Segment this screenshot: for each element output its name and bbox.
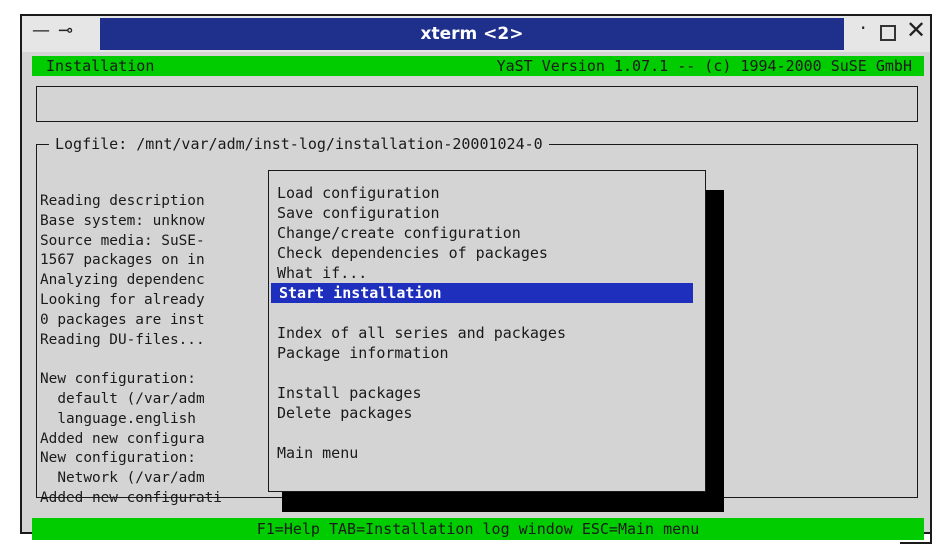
- log-line: Reading description: [40, 193, 205, 209]
- terminal-area[interactable]: Installation YaST Version 1.07.1 -- (c) …: [32, 56, 924, 540]
- menu-item-install-packages[interactable]: Install packages: [269, 383, 705, 403]
- log-line: default (/var/adm: [40, 390, 205, 407]
- log-line: New configuration:: [40, 371, 196, 388]
- log-line: Network (/var/adm: [40, 470, 205, 487]
- menu-item-check-dependencies[interactable]: Check dependencies of packages: [269, 243, 705, 263]
- menu-item-save-configuration[interactable]: Save configuration: [269, 203, 705, 223]
- title-bar-active: xterm <2>: [100, 18, 844, 50]
- pin-icon[interactable]: ⊸: [58, 20, 73, 41]
- menu-shadow-bottom: [282, 492, 724, 512]
- log-line: 0 packages are inst: [40, 311, 205, 328]
- log-line: Added new configurati: [40, 489, 222, 506]
- menu-item-what-if[interactable]: What if...: [269, 263, 705, 283]
- status-version: YaST Version 1.07.1 -- (c) 1994-2000 SuS…: [496, 57, 912, 75]
- log-lines: Reading description Base system: unknow …: [40, 192, 300, 522]
- title-bar[interactable]: — ⊸ xterm <2> · ✕: [22, 16, 930, 52]
- menu-item-index-series-packages[interactable]: Index of all series and packages: [269, 323, 705, 343]
- status-title: Installation: [46, 57, 155, 75]
- menu-item-main-menu[interactable]: Main menu: [269, 443, 705, 463]
- log-line: Source media: SuSE-: [40, 232, 205, 249]
- menu-item-load-configuration[interactable]: Load configuration: [269, 183, 705, 203]
- window-corner-decoration: [900, 534, 932, 544]
- menu-item-delete-packages[interactable]: Delete packages: [269, 403, 705, 423]
- xterm-window: — ⊸ xterm <2> · ✕ Installation YaST Vers…: [20, 14, 932, 540]
- log-line: 1567 packages on in: [40, 252, 205, 269]
- log-line: Reading DU-files...: [40, 331, 205, 348]
- log-line: Base system: unknow: [40, 212, 205, 229]
- log-line: language.english: [40, 410, 196, 427]
- minimize-icon[interactable]: ·: [860, 16, 866, 40]
- top-status-bar: Installation YaST Version 1.07.1 -- (c) …: [32, 56, 924, 76]
- log-line: Added new configura: [40, 430, 205, 447]
- menu-item-start-installation[interactable]: Start installation: [271, 283, 693, 303]
- window-title: xterm <2>: [420, 24, 524, 44]
- menu-shadow-right: [706, 190, 724, 510]
- log-line: Analyzing dependenc: [40, 272, 205, 289]
- window-menu-icon[interactable]: —: [32, 20, 50, 41]
- menu-item-change-configuration[interactable]: Change/create configuration: [269, 223, 705, 243]
- logfile-title: Logfile: /mnt/var/adm/inst-log/installat…: [49, 134, 549, 154]
- menu-item-package-information[interactable]: Package information: [269, 343, 705, 363]
- installation-menu: Load configuration Save configuration Ch…: [268, 170, 706, 492]
- input-box: [36, 86, 918, 122]
- log-line: New configuration:: [40, 450, 196, 467]
- log-line: Looking for already: [40, 291, 205, 308]
- close-icon[interactable]: ✕: [906, 16, 926, 44]
- bottom-help-bar: F1=Help TAB=Installation log window ESC=…: [32, 518, 924, 540]
- maximize-icon[interactable]: [880, 25, 896, 41]
